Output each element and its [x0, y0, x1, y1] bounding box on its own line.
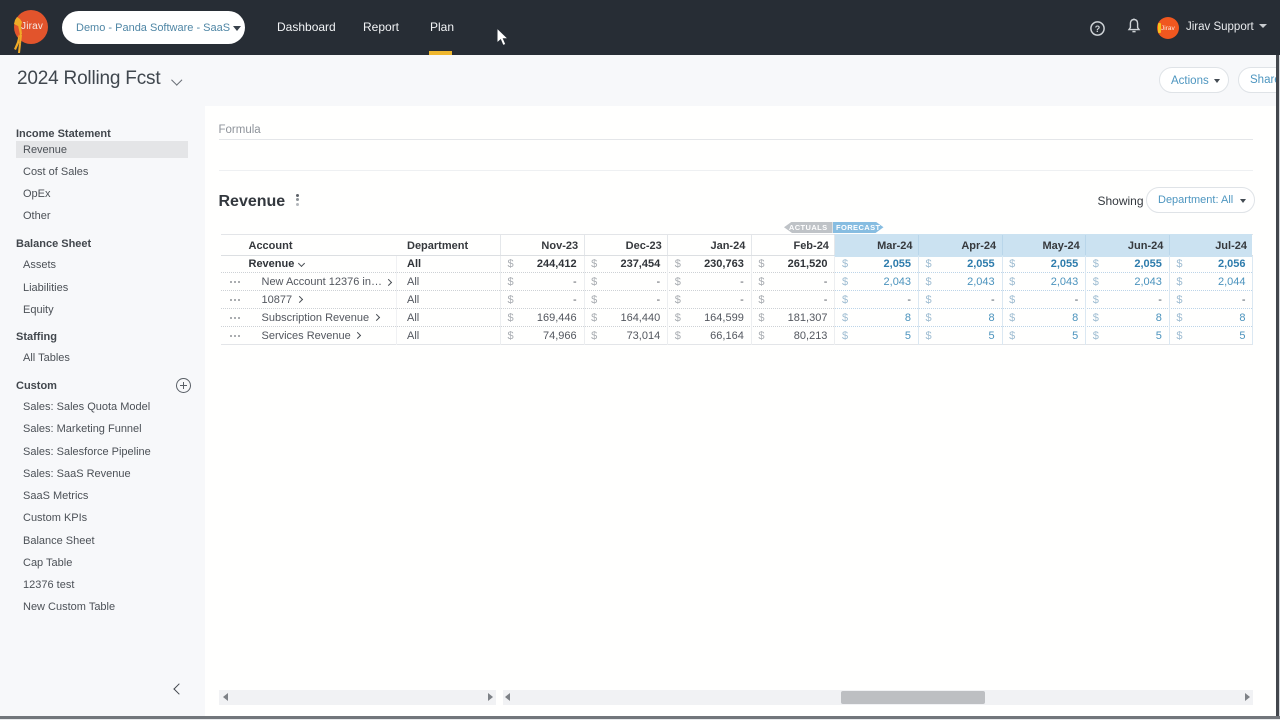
svg-text:?: ? [1095, 24, 1101, 34]
